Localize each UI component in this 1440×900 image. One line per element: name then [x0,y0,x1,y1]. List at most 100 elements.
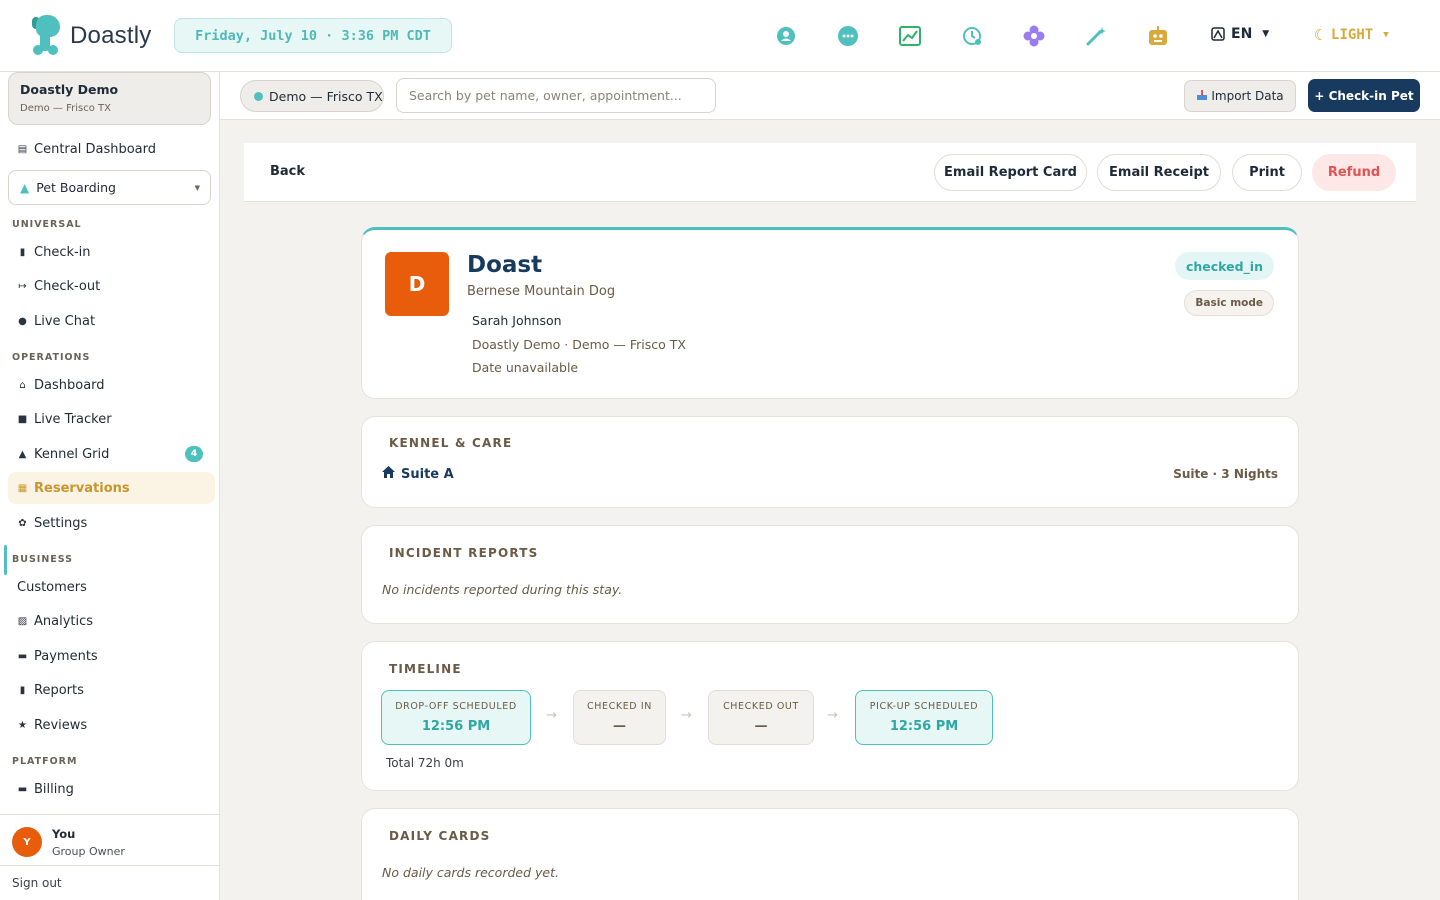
step-label: PICK-UP SCHEDULED [869,701,979,712]
sign-out-link[interactable]: Sign out [12,876,62,890]
language-selector[interactable]: EN ▼ [1211,26,1269,42]
sidebar-item-reviews[interactable]: ★ Reviews [8,709,215,741]
sidebar-item-label: Reports [34,682,84,698]
flower-icon[interactable] [1022,24,1046,48]
user-name: You [52,827,76,841]
print-button[interactable]: Print [1232,154,1302,191]
dashboard-icon: ▤ [17,143,28,155]
sidebar-item-label: Reviews [34,717,88,733]
sidebar-item-label: Kennel Grid [34,446,110,462]
sidebar-item-label: Check-out [34,278,101,294]
top-bar: Doastly Friday, July 10 · 3:36 PM CDT EN… [0,0,1440,72]
sidebar-item-live-tracker[interactable]: ■ Live Tracker [8,403,215,435]
service-selector[interactable]: ▲ Pet Boarding ▼ [8,170,211,205]
sidebar-item-billing[interactable]: ▬ Billing [8,773,215,805]
pet-location: Doastly Demo · Demo — Frisco TX [472,337,686,352]
sidebar-item-settings[interactable]: ✿ Settings [8,507,215,539]
star-icon: ★ [18,719,27,731]
org-switcher[interactable]: Doastly Demo Demo — Frisco TX [8,72,211,125]
suite-meta: Suite · 3 Nights [1173,467,1278,481]
sidebar-item-check-in[interactable]: ▮ Check-in [8,236,215,268]
section-universal: UNIVERSAL [12,219,82,230]
exit-icon: ↦ [18,280,27,292]
count-badge: 4 [185,446,203,462]
sidebar-item-analytics[interactable]: ▨ Analytics [8,605,215,637]
email-report-card-button[interactable]: Email Report Card [934,154,1087,191]
theme-label: LIGHT [1331,27,1374,43]
timeline-step-checked-in: CHECKED IN — [573,690,666,745]
sidebar-item-label: Billing [34,781,74,797]
brand-name: Doastly [70,22,152,49]
sidebar-item-payments[interactable]: ▬ Payments [8,640,215,672]
clipboard-icon: ▮ [19,246,26,258]
timeline-card: TIMELINE DROP-OFF SCHEDULED 12:56 PM → C… [361,641,1299,791]
step-label: CHECKED OUT [723,701,799,712]
email-receipt-button[interactable]: Email Receipt [1097,154,1221,191]
history-icon[interactable] [960,24,984,48]
empty-message: No incidents reported during this stay. [382,582,623,597]
sidebar-item-label: Settings [34,515,88,531]
sidebar-item-customers[interactable]: Customers [8,571,215,603]
house-icon: ▲ [20,180,30,195]
datetime-display: Friday, July 10 · 3:36 PM CDT [174,18,452,53]
kennel-care-card: KENNEL & CARE Suite A Suite · 3 Nights [361,416,1299,508]
mode-badge: Basic mode [1184,290,1274,316]
card-icon: ▬ [17,783,28,795]
step-label: CHECKED IN [587,701,652,712]
location-pill[interactable]: Demo — Frisco TX [240,80,384,112]
action-bar: Back Email Report Card Email Receipt Pri… [244,143,1416,202]
search-input[interactable] [396,78,716,113]
sidebar-item-check-out[interactable]: ↦ Check-out [8,270,215,302]
chevron-down-icon: ▼ [1262,29,1270,39]
magic-wand-icon[interactable] [1084,24,1108,48]
step-label: DROP-OFF SCHEDULED [395,701,517,712]
chevron-down-icon: ▼ [194,183,200,192]
profile-icon[interactable] [774,24,798,48]
step-value: 12:56 PM [889,719,959,734]
sidebar-item-label: Live Chat [34,313,96,329]
translate-icon [1211,27,1225,41]
user-profile[interactable]: Y You Group Owner [0,814,219,866]
user-role: Group Owner [52,845,125,858]
calendar-icon: ▦ [17,482,28,494]
sidebar-item-central-dashboard[interactable]: ▤ Central Dashboard [8,133,215,165]
sidebar-item-label: Live Tracker [34,411,112,427]
incident-reports-card: INCIDENT REPORTS No incidents reported d… [361,525,1299,624]
sidebar-item-reservations[interactable]: ▦ Reservations [8,472,215,504]
import-data-button[interactable]: Import Data [1184,80,1296,112]
robot-icon[interactable] [1146,24,1170,48]
check-in-pet-button[interactable]: + Check-in Pet [1308,79,1420,112]
sidebar-item-reports[interactable]: ▮ Reports [8,674,215,706]
status-badge: checked_in [1174,252,1274,280]
sidebar-item-live-chat[interactable]: ● Live Chat [8,305,215,337]
pet-breed: Bernese Mountain Dog [467,284,616,299]
card-title: DAILY CARDS [389,829,491,843]
theme-toggle[interactable]: ☾ LIGHT ▼ [1314,26,1389,44]
suite-label: Suite A [401,466,454,482]
org-location: Demo — Frisco TX [20,103,111,114]
dog-logo-icon [30,15,64,57]
empty-message: No daily cards recorded yet. [382,865,559,880]
chat-icon[interactable] [836,24,860,48]
arrow-right-icon: → [681,708,692,723]
kennel-icon: ▲ [18,448,27,460]
sidebar-item-kennel-grid[interactable]: ▲ Kennel Grid 4 [8,438,215,470]
card-title: KENNEL & CARE [389,436,513,450]
gallery-icon[interactable] [898,24,922,48]
total-duration: Total 72h 0m [386,756,464,770]
pet-avatar: D [385,252,449,316]
card-icon: ▬ [17,650,28,662]
logo[interactable]: Doastly [30,14,151,58]
refund-button[interactable]: Refund [1312,154,1396,191]
chat-bubble-icon: ● [18,315,27,327]
timeline-step-pick-up: PICK-UP SCHEDULED 12:56 PM [855,690,993,745]
back-button[interactable]: Back [270,164,305,179]
active-indicator [4,545,7,575]
sub-header: Demo — Frisco TX Import Data + Check-in … [220,72,1440,120]
arrow-right-icon: → [827,708,838,723]
section-platform: PLATFORM [12,756,78,767]
sidebar-item-label: Check-in [34,244,91,260]
step-value: — [613,719,626,734]
sidebar-item-dashboard[interactable]: ⌂ Dashboard [8,369,215,401]
section-operations: OPERATIONS [12,352,91,363]
